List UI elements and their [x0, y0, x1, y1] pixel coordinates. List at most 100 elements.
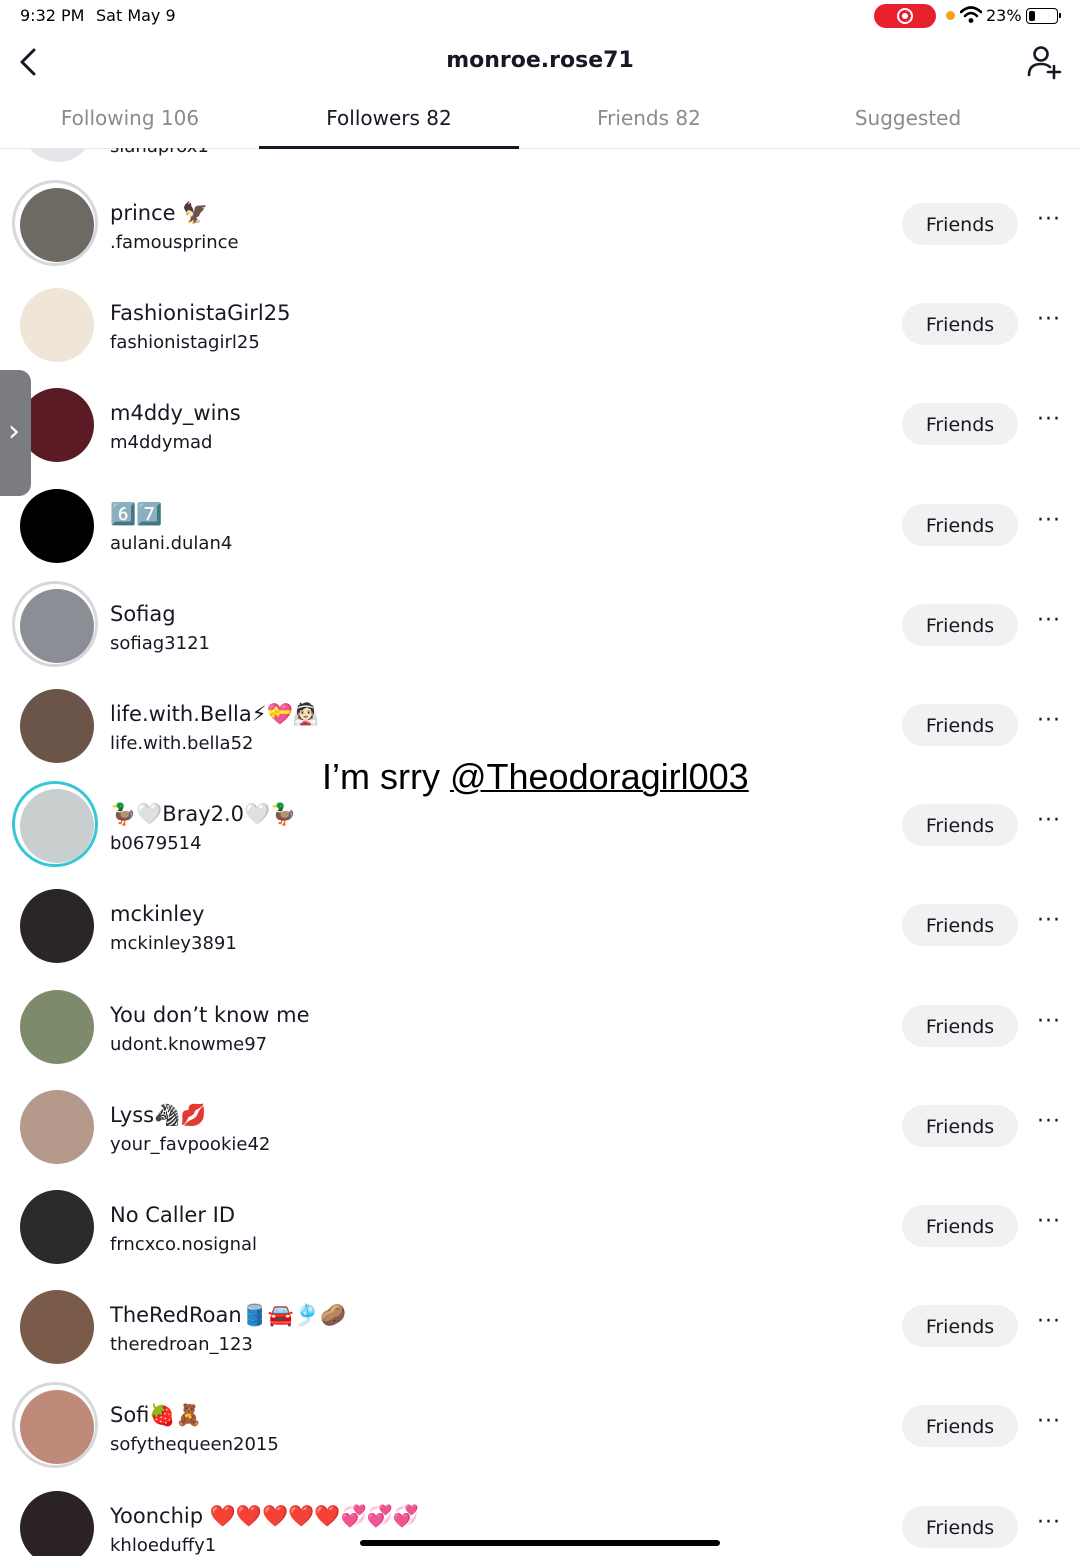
username: khloeduffy1 [110, 1534, 217, 1556]
friends-button[interactable]: Friends [902, 303, 1018, 346]
status-date: Sat May 9 [96, 6, 176, 25]
avatar[interactable] [20, 789, 94, 864]
display-name[interactable]: Yoonchip ❤️❤️❤️❤️❤️💞💞💞 [110, 1504, 419, 1529]
tab-following[interactable]: Following 106 [0, 96, 260, 148]
friends-button[interactable]: Friends [902, 1405, 1018, 1448]
avatar[interactable] [20, 889, 94, 964]
header: monroe.rose71 [0, 36, 1080, 88]
display-name[interactable]: 6️⃣7️⃣ [110, 502, 162, 527]
caption-mention[interactable]: @Theodoragirl003 [450, 756, 749, 797]
more-options-icon[interactable]: ··· [1036, 810, 1062, 838]
more-options-icon[interactable]: ··· [1036, 1411, 1062, 1439]
avatar[interactable] [20, 1390, 94, 1465]
username: life.with.bella52 [110, 733, 254, 754]
friends-button[interactable]: Friends [902, 1004, 1018, 1047]
tab-bar: Following 106 Followers 82 Friends 82 Su… [0, 96, 1080, 149]
friends-button[interactable]: Friends [902, 503, 1018, 546]
more-options-icon[interactable]: ··· [1036, 509, 1062, 538]
username: b0679514 [110, 833, 202, 855]
username: your_favpookie42 [110, 1133, 271, 1155]
list-item[interactable]: Sofi🍓🧸 sofythequeen2015 Friends ··· [0, 1380, 1080, 1480]
avatar[interactable] [20, 288, 94, 363]
friends-button[interactable]: Friends [902, 804, 1018, 847]
list-item[interactable]: You don’t know me udont.knowme97 Friends ··… [0, 980, 1080, 1080]
more-options-icon[interactable]: ··· [1036, 910, 1062, 938]
friends-button[interactable]: Friends [902, 603, 1018, 646]
display-name[interactable]: FashionistaGirl25 [110, 301, 290, 325]
more-options-icon[interactable]: ··· [1036, 1010, 1062, 1039]
avatar[interactable] [20, 1190, 94, 1264]
home-indicator[interactable] [360, 1540, 720, 1546]
display-name[interactable]: You don’t know me [110, 1003, 310, 1027]
display-name[interactable]: mckinley [110, 902, 205, 926]
friends-button[interactable]: Friends [902, 403, 1018, 446]
friends-button[interactable]: Friends [902, 1305, 1018, 1348]
display-name[interactable]: m4ddy_wins [110, 401, 241, 425]
list-item[interactable]: FashionistaGirl25 fashionistagirl25 Friend… [0, 278, 1080, 378]
status-bar: 9:32 PM Sat May 9 23% [0, 0, 1080, 34]
page-title: monroe.rose71 [446, 48, 634, 73]
avatar[interactable] [20, 989, 94, 1064]
tab-followers[interactable]: Followers 82 [259, 96, 519, 149]
more-options-icon[interactable]: ··· [1036, 710, 1062, 738]
username: aulani.dulan4 [110, 532, 233, 554]
battery-icon [1026, 8, 1058, 24]
list-item[interactable]: Lyss🦓💋 your_favpookie42 Friends ··· [0, 1080, 1080, 1180]
list-item[interactable]: Sofiag sofiag3121 Friends ··· [0, 579, 1080, 679]
partial-row-text: sianaprox1 [110, 148, 209, 157]
avatar[interactable] [20, 1089, 94, 1164]
display-name[interactable]: life.with.Bella⚡💝👰🏻 [110, 702, 319, 727]
list-item[interactable]: No Caller ID frncxco.nosignal Friends ··· [0, 1180, 1080, 1280]
display-name[interactable]: TheRedRoan🛢️🚘🎐🥔 [110, 1303, 346, 1328]
display-name[interactable]: Sofiag [110, 602, 176, 626]
username: frncxco.nosignal [110, 1234, 258, 1255]
display-name[interactable]: Lyss🦓💋 [110, 1103, 206, 1128]
more-options-icon[interactable]: ··· [1036, 1511, 1062, 1540]
display-name[interactable]: 🦆🤍Bray2.0🤍🦆 [110, 802, 296, 827]
wifi-icon [960, 6, 982, 23]
side-panel-handle[interactable]: › [0, 370, 31, 496]
more-options-icon[interactable]: ··· [1036, 1211, 1062, 1239]
list-item[interactable]: 6️⃣7️⃣ aulani.dulan4 Friends ··· [0, 479, 1080, 579]
friends-button[interactable]: Friends [902, 904, 1018, 947]
chevron-right-icon: › [8, 414, 20, 449]
friends-button[interactable]: Friends [902, 704, 1018, 746]
avatar[interactable] [20, 388, 94, 463]
caption-text: I’m srry [322, 756, 450, 797]
display-name[interactable]: Sofi🍓🧸 [110, 1403, 202, 1428]
list-item[interactable]: prince 🦅 .famousprince Friends ··· [0, 178, 1080, 278]
more-options-icon[interactable]: ··· [1036, 1311, 1062, 1339]
list-item[interactable]: mckinley mckinley3891 Friends ··· [0, 879, 1080, 979]
username: fashionistagirl25 [110, 332, 260, 354]
add-user-icon[interactable] [1026, 44, 1062, 80]
more-options-icon[interactable]: ··· [1036, 409, 1062, 437]
more-options-icon[interactable]: ··· [1036, 309, 1062, 337]
avatar[interactable] [20, 689, 94, 763]
avatar[interactable] [20, 1290, 94, 1365]
list-item[interactable]: m4ddy_wins m4ddymad Friends ··· [0, 378, 1080, 478]
avatar[interactable] [20, 588, 94, 663]
username: .famousprince [110, 232, 239, 253]
username: theredroan_123 [110, 1334, 253, 1356]
status-time: 9:32 PM [20, 6, 85, 25]
video-caption-overlay: I’m srry @Theodoragirl003 [322, 756, 749, 798]
more-options-icon[interactable]: ··· [1036, 1110, 1062, 1139]
mic-indicator-dot [946, 11, 955, 20]
more-options-icon[interactable]: ··· [1036, 609, 1062, 638]
username: m4ddymad [110, 432, 213, 454]
display-name[interactable]: No Caller ID [110, 1203, 235, 1227]
tab-suggested[interactable]: Suggested [778, 96, 1038, 148]
friends-button[interactable]: Friends [902, 1205, 1018, 1247]
screen-record-indicator[interactable] [874, 4, 936, 28]
list-item[interactable]: TheRedRoan🛢️🚘🎐🥔 theredroan_123 Friends ··· [0, 1280, 1080, 1380]
friends-button[interactable]: Friends [902, 203, 1018, 245]
friends-button[interactable]: Friends [902, 1505, 1018, 1548]
display-name[interactable]: prince 🦅 [110, 201, 208, 226]
friends-button[interactable]: Friends [902, 1104, 1018, 1147]
tab-friends[interactable]: Friends 82 [519, 96, 779, 148]
avatar[interactable] [20, 1490, 94, 1556]
username: sofiag3121 [110, 632, 210, 654]
avatar[interactable] [20, 488, 94, 563]
avatar[interactable] [20, 188, 94, 262]
more-options-icon[interactable]: ··· [1036, 209, 1062, 237]
